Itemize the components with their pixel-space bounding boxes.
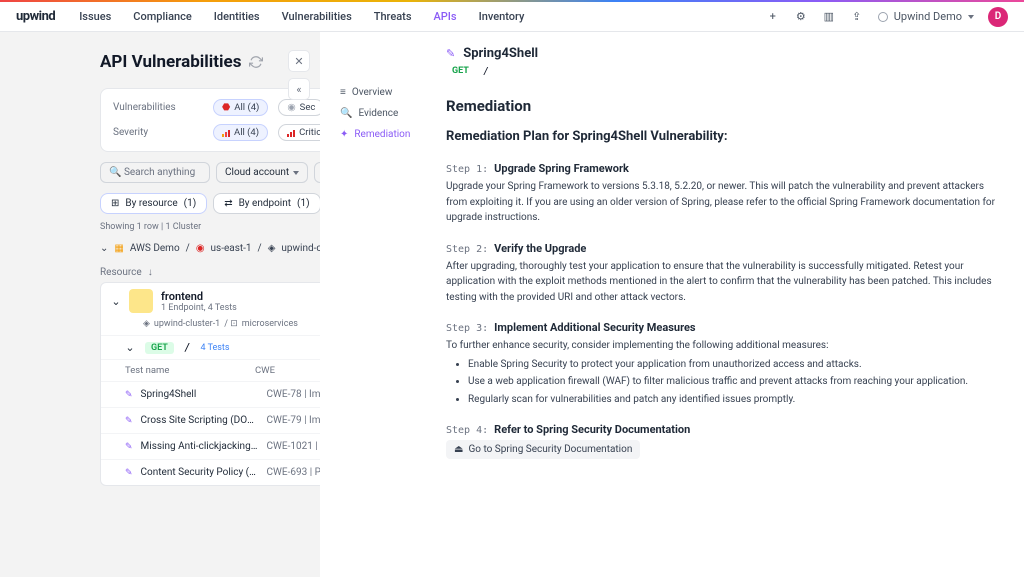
filter-vuln-all[interactable]: ⬣All (4): [213, 99, 268, 116]
filter-label-sev: Severity: [113, 127, 203, 138]
endpoint-row[interactable]: ⌄ GET / 4 Tests: [101, 335, 320, 359]
wand-icon: ✦: [340, 129, 348, 140]
table-row[interactable]: ✎Missing Anti-clickjacking HeaderCWE-102…: [101, 433, 320, 459]
search-icon: 🔍: [340, 108, 352, 119]
tab-by-resource[interactable]: ⊞ By resource (1): [100, 193, 207, 214]
filter-sev-all[interactable]: All (4): [213, 124, 268, 141]
table-row[interactable]: ✎Spring4ShellCWE-78 | Im: [101, 381, 320, 407]
filter-card: Vulnerabilities ⬣All (4) ◉Sec Severity A…: [100, 88, 320, 152]
table-row[interactable]: ✎Cross Site Scripting (DOM Based)CWE-79 …: [101, 407, 320, 433]
filter-vuln-sec[interactable]: ◉Sec: [278, 99, 320, 116]
list-icon: ≡: [340, 87, 346, 98]
tab-overview[interactable]: ≡Overview: [332, 82, 440, 103]
columns-icon[interactable]: ▥: [822, 10, 836, 24]
resource-col-header: Resource: [100, 267, 142, 278]
person-icon[interactable]: ⇪: [850, 10, 864, 24]
tree-path-row[interactable]: ⌄ ▦AWS Demo / ◉us-east-1 / ◈upwind-clust…: [100, 238, 320, 259]
page-title: API Vulnerabilities: [100, 52, 241, 72]
nav-issues[interactable]: Issues: [79, 10, 111, 23]
tab-remediation[interactable]: ✦Remediation: [332, 124, 440, 145]
org-name: Upwind Demo: [894, 10, 962, 23]
edit-icon: ✎: [446, 47, 455, 60]
chevron-down-icon: [968, 15, 974, 19]
org-switcher[interactable]: Upwind Demo: [878, 10, 974, 23]
nav-compliance[interactable]: Compliance: [133, 10, 191, 23]
edit-icon: ✎: [125, 416, 133, 426]
th-test-name: Test name: [125, 365, 255, 376]
tab-by-endpoint[interactable]: ⇄ By endpoint (1): [213, 193, 320, 214]
cloud-account-select[interactable]: Cloud account: [216, 162, 308, 183]
plus-icon[interactable]: +: [766, 10, 780, 24]
nav-apis[interactable]: APIs: [433, 10, 456, 23]
nav-threats[interactable]: Threats: [374, 10, 412, 23]
nav-vulnerabilities[interactable]: Vulnerabilities: [282, 10, 352, 23]
gear-icon[interactable]: ⚙: [794, 10, 808, 24]
close-button[interactable]: ✕: [288, 50, 310, 72]
resource-icon: [129, 289, 153, 313]
table-row[interactable]: ✎Content Security Policy (CSP) ...CWE-69…: [101, 459, 320, 485]
refresh-icon[interactable]: [249, 55, 263, 69]
tab-evidence[interactable]: 🔍Evidence: [332, 103, 440, 124]
brand-logo: upwind: [16, 9, 55, 24]
search-input[interactable]: 🔍 Search anything: [100, 162, 210, 183]
detail-title: Spring4Shell: [463, 46, 538, 61]
method-badge: GET: [446, 65, 475, 77]
th-cwe: CWE: [255, 365, 275, 376]
edit-icon: ✎: [125, 442, 133, 452]
nav-inventory[interactable]: Inventory: [479, 10, 525, 23]
filter-sev-critical[interactable]: Critic: [278, 124, 320, 141]
nav-identities[interactable]: Identities: [214, 10, 260, 23]
plan-heading: Remediation Plan for Spring4Shell Vulner…: [446, 129, 1000, 144]
filter-label-vuln: Vulnerabilities: [113, 102, 203, 113]
cloud-select-2[interactable]: Clo: [314, 162, 320, 183]
section-heading: Remediation: [446, 97, 1000, 115]
avatar[interactable]: D: [988, 7, 1008, 27]
edit-icon: ✎: [125, 468, 133, 478]
collapse-button[interactable]: «: [288, 78, 310, 100]
edit-icon: ✎: [125, 390, 133, 400]
doc-link[interactable]: ⏏ Go to Spring Security Documentation: [446, 440, 640, 459]
resource-header[interactable]: ⌄ frontend 1 Endpoint, 4 Tests: [101, 283, 320, 319]
resource-path: ◈ upwind-cluster-1 / ⊡ microservices: [101, 319, 320, 335]
results-count: Showing 1 row | 1 Cluster: [100, 222, 320, 232]
